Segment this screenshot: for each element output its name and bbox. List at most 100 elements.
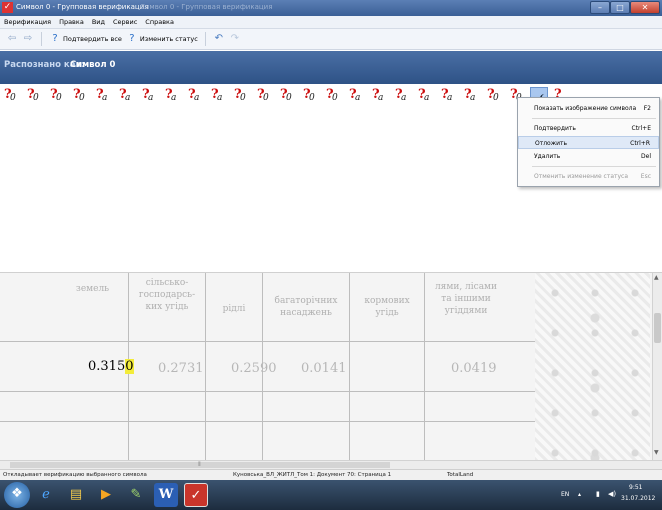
symbol-cell[interactable]: ? a — [209, 87, 227, 105]
clock-date[interactable]: 31.07.2012 — [621, 495, 655, 502]
column-header: багаторічних насаджень — [274, 296, 338, 318]
column-header: земель — [75, 284, 110, 294]
symbol-cell[interactable]: ?0 — [485, 87, 503, 105]
highlighted-symbol: 0 — [125, 359, 134, 374]
clock-time[interactable]: 9:51 — [629, 484, 642, 491]
menu-separator — [532, 118, 656, 119]
taskbar: ❖ ℯ ▤ ▶ ✎ W ✓ EN ▴ ▮ ◀) 9:51 31.07.2012 — [0, 480, 662, 510]
tray-chevron-icon[interactable]: ▴ — [578, 491, 581, 498]
symbol-cell[interactable]: ? a — [140, 87, 158, 105]
status-hint: Откладывает верификацию выбранного симво… — [3, 472, 147, 478]
table-line — [0, 421, 540, 422]
menu-edit[interactable]: Правка — [59, 18, 84, 26]
media-player-icon[interactable]: ▶ — [94, 483, 118, 507]
app-icon: ✓ — [2, 2, 13, 13]
paint-icon[interactable]: ✎ — [124, 483, 148, 507]
ie-icon[interactable]: ℯ — [34, 483, 58, 507]
menu-item-undo-status[interactable]: Отменить изменение статуса Esc — [518, 170, 659, 183]
status-document: Куновська_ВЛ_ЖИТЛ_Том 1: Документ 70: Ст… — [233, 472, 392, 478]
cell-value: 0.0419 — [451, 361, 497, 376]
language-indicator[interactable]: EN — [561, 491, 569, 498]
symbol-cell[interactable]: ? a — [370, 87, 388, 105]
undo-icon[interactable]: ↶ — [213, 33, 225, 45]
menu-service[interactable]: Сервис — [113, 18, 137, 26]
title-bar: ✓ Символ 0 - Групповая верификация Симво… — [0, 0, 662, 16]
vertical-scrollbar[interactable]: ▲ ▼ — [652, 273, 662, 460]
menu-view[interactable]: Вид — [92, 18, 105, 26]
menu-separator — [532, 166, 656, 167]
scroll-thumb[interactable] — [654, 313, 661, 343]
status-bar: Откладывает верификацию выбранного симво… — [0, 469, 662, 480]
toolbar-separator — [41, 32, 42, 46]
symbol-cell[interactable]: ? a — [163, 87, 181, 105]
symbol-cell[interactable]: ?0 — [301, 87, 319, 105]
start-button[interactable]: ❖ — [4, 482, 30, 508]
close-button[interactable]: ✕ — [630, 1, 660, 14]
confirm-all-icon: ? — [52, 33, 58, 44]
toolbar: ⇦ ⇨ ? Подтвердить все ? Изменить статус … — [0, 29, 662, 50]
word-icon[interactable]: W — [154, 483, 178, 507]
symbol-cell[interactable]: ? a — [393, 87, 411, 105]
symbol-cell[interactable]: ?0 — [71, 87, 89, 105]
scroll-down-icon[interactable]: ▼ — [654, 449, 659, 456]
folder-icon[interactable]: ▤ — [64, 483, 88, 507]
document-image-panel[interactable]: земель сільсько- господарсь- ких угідь р… — [0, 272, 662, 460]
speaker-icon[interactable]: ◀) — [608, 490, 616, 498]
recognized-value: Символ 0 — [70, 60, 116, 70]
table-line — [0, 341, 540, 342]
window-title-ghost: Символ 0 - Групповая верификация — [140, 3, 273, 11]
change-status-label: Изменить статус — [139, 35, 198, 43]
recognized-banner: Распознано как: Символ 0 — [0, 51, 662, 84]
table-line — [205, 273, 206, 460]
cell-value-active: 0.3150 — [88, 359, 134, 374]
context-menu: Показать изображение символа F2 Подтверд… — [517, 97, 660, 187]
toolbar-separator — [204, 32, 206, 46]
symbol-cell[interactable]: ?0 — [278, 87, 296, 105]
change-status-icon: ? — [129, 33, 135, 44]
symbol-cell[interactable]: ?0 — [2, 87, 20, 105]
status-project: TotalLand — [447, 472, 474, 478]
symbol-cell[interactable]: ? a — [462, 87, 480, 105]
verification-app-icon[interactable]: ✓ — [184, 483, 208, 507]
network-icon[interactable]: ▮ — [596, 490, 600, 498]
symbol-cell[interactable]: ? a — [416, 87, 434, 105]
forward-arrow-icon[interactable]: ⇨ — [22, 33, 34, 45]
symbol-cell[interactable]: ?0 — [25, 87, 43, 105]
window-title: Символ 0 - Групповая верификация — [16, 3, 149, 11]
back-arrow-icon[interactable]: ⇦ — [6, 33, 18, 45]
minimize-button[interactable]: – — [590, 1, 610, 14]
scroll-grip-icon: ⦀ — [198, 461, 201, 468]
column-header: рідлі — [222, 304, 246, 314]
symbol-cell[interactable]: ? a — [94, 87, 112, 105]
change-status-button[interactable]: ? Изменить статус — [126, 33, 198, 45]
table-line — [349, 273, 350, 460]
column-header: кормових угідь — [364, 296, 410, 318]
cell-value: 0.0141 — [301, 361, 347, 376]
symbol-cell[interactable]: ?0 — [255, 87, 273, 105]
symbol-cell[interactable]: ? a — [439, 87, 457, 105]
symbol-cell[interactable]: ? a — [117, 87, 135, 105]
maximize-button[interactable]: □ — [610, 1, 630, 14]
column-header: сільсько- господарсь- ких угідь — [138, 278, 196, 312]
confirm-all-label: Подтвердить все — [63, 35, 122, 43]
symbol-cell[interactable]: ? a — [186, 87, 204, 105]
menu-bar: Верификация Правка Вид Сервис Справка — [0, 16, 662, 29]
table-line — [424, 273, 425, 460]
menu-item-postpone[interactable]: Отложить Ctrl+R — [518, 136, 659, 149]
symbol-cell[interactable]: ?0 — [232, 87, 250, 105]
confirm-all-button[interactable]: ? Подтвердить все — [49, 33, 122, 45]
symbol-cell[interactable]: ?0 — [324, 87, 342, 105]
symbol-cell[interactable]: ?0 — [48, 87, 66, 105]
horizontal-scrollbar[interactable]: ⦀ — [0, 460, 662, 469]
menu-verification[interactable]: Верификация — [4, 18, 51, 26]
redo-icon[interactable]: ↷ — [229, 33, 241, 45]
column-header: лями, лісами та іншими угіддями — [434, 282, 498, 316]
symbol-cell[interactable]: ? a — [347, 87, 365, 105]
cell-value: 0.2731 — [158, 361, 204, 376]
menu-help[interactable]: Справка — [145, 18, 174, 26]
menu-item-delete[interactable]: Удалить Del — [518, 150, 659, 163]
menu-item-confirm[interactable]: Подтвердить Ctrl+E — [518, 122, 659, 135]
cell-value: 0.2590 — [231, 361, 277, 376]
menu-item-show-symbol-image[interactable]: Показать изображение символа F2 — [518, 102, 659, 115]
scroll-up-icon[interactable]: ▲ — [654, 274, 659, 281]
